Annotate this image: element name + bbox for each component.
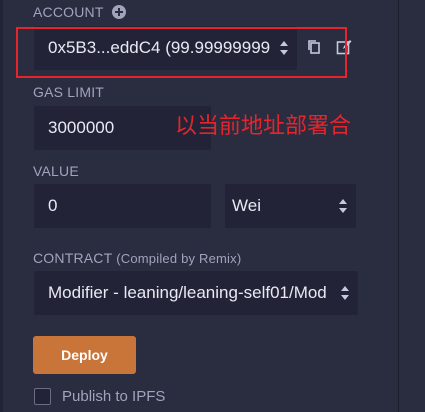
gas-limit-value: 3000000 — [48, 118, 115, 137]
deploy-button[interactable]: Deploy — [33, 336, 136, 374]
gas-limit-label: GAS LIMIT — [33, 84, 105, 100]
value-unit-select[interactable]: Wei — [225, 184, 356, 228]
publish-ipfs-checkbox[interactable] — [34, 388, 51, 405]
plus-circle-icon[interactable] — [112, 5, 126, 19]
value-label: VALUE — [33, 163, 79, 179]
contract-select-value: Modifier - leaning/leaning-self01/Mod — [48, 283, 327, 302]
chevron-updown-icon — [341, 286, 349, 300]
publish-ipfs-label[interactable]: Publish to IPFS — [62, 388, 165, 405]
contract-select[interactable]: Modifier - leaning/leaning-self01/Mod — [34, 271, 358, 315]
annotation-text: 以当前地址部署合 — [175, 114, 352, 139]
value-amount: 0 — [48, 196, 58, 215]
account-label: ACCOUNT — [33, 4, 104, 20]
contract-sublabel: (Compiled by Remix) — [116, 251, 242, 266]
contract-label: CONTRACT (Compiled by Remix) — [33, 250, 241, 266]
value-input[interactable]: 0 — [34, 184, 211, 228]
left-panel-edge — [0, 0, 3, 412]
annotation-highlight-box — [16, 27, 347, 78]
value-unit: Wei — [232, 196, 261, 215]
contract-label-text: CONTRACT — [33, 250, 113, 266]
chevron-updown-icon — [339, 199, 347, 213]
editor-panel-edge — [399, 0, 425, 412]
